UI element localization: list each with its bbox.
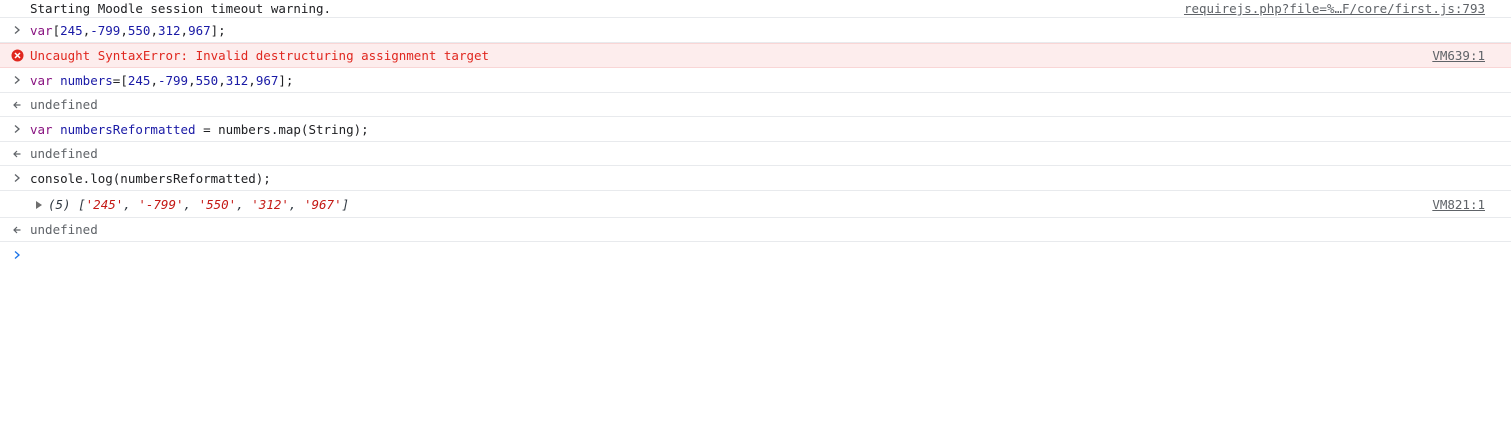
console-array-log-row: (5) ['245', '-799', '550', '312', '967']… — [0, 191, 1511, 218]
source-link[interactable]: VM639:1 — [1432, 48, 1485, 63]
input-chevron-icon — [10, 23, 24, 37]
console-input-row: var[245,-799,550,312,967]; — [0, 18, 1511, 43]
console-result-row: undefined — [0, 93, 1511, 117]
prompt-chevron-icon — [10, 248, 24, 262]
result-arrow-icon — [10, 147, 24, 161]
input-chevron-icon — [10, 171, 24, 185]
array-preview[interactable]: (5) ['245', '-799', '550', '312', '967'] — [36, 197, 1432, 212]
input-chevron-icon — [10, 122, 24, 136]
source-link[interactable]: requirejs.php?file=%…F/core/first.js:793 — [1184, 1, 1485, 16]
result-arrow-icon — [10, 223, 24, 237]
input-code[interactable]: var[245,-799,550,312,967]; — [30, 23, 1485, 38]
console-input-row: var numbers=[245,-799,550,312,967]; — [0, 68, 1511, 93]
console-error-row: Uncaught SyntaxError: Invalid destructur… — [0, 43, 1511, 68]
error-circle-icon — [10, 49, 24, 63]
result-value: undefined — [30, 146, 98, 161]
console-log-row: Starting Moodle session timeout warning.… — [0, 0, 1511, 18]
log-message: Starting Moodle session timeout warning. — [30, 1, 332, 16]
console-input-row: console.log(numbersReformatted); — [0, 166, 1511, 191]
input-code[interactable]: var numbers=[245,-799,550,312,967]; — [30, 73, 1485, 88]
console-prompt-row[interactable] — [0, 242, 1511, 267]
result-value: undefined — [30, 97, 98, 112]
result-value: undefined — [30, 222, 98, 237]
console-result-row: undefined — [0, 218, 1511, 242]
source-link[interactable]: VM821:1 — [1432, 197, 1485, 212]
console-input-row: var numbersReformatted = numbers.map(Str… — [0, 117, 1511, 142]
error-message: Uncaught SyntaxError: Invalid destructur… — [30, 48, 490, 63]
console-result-row: undefined — [0, 142, 1511, 166]
input-chevron-icon — [10, 73, 24, 87]
expand-triangle-icon[interactable] — [36, 200, 42, 209]
devtools-console: Starting Moodle session timeout warning.… — [0, 0, 1511, 422]
input-code[interactable]: console.log(numbersReformatted); — [30, 171, 1485, 186]
result-arrow-icon — [10, 98, 24, 112]
input-code[interactable]: var numbersReformatted = numbers.map(Str… — [30, 122, 1485, 137]
